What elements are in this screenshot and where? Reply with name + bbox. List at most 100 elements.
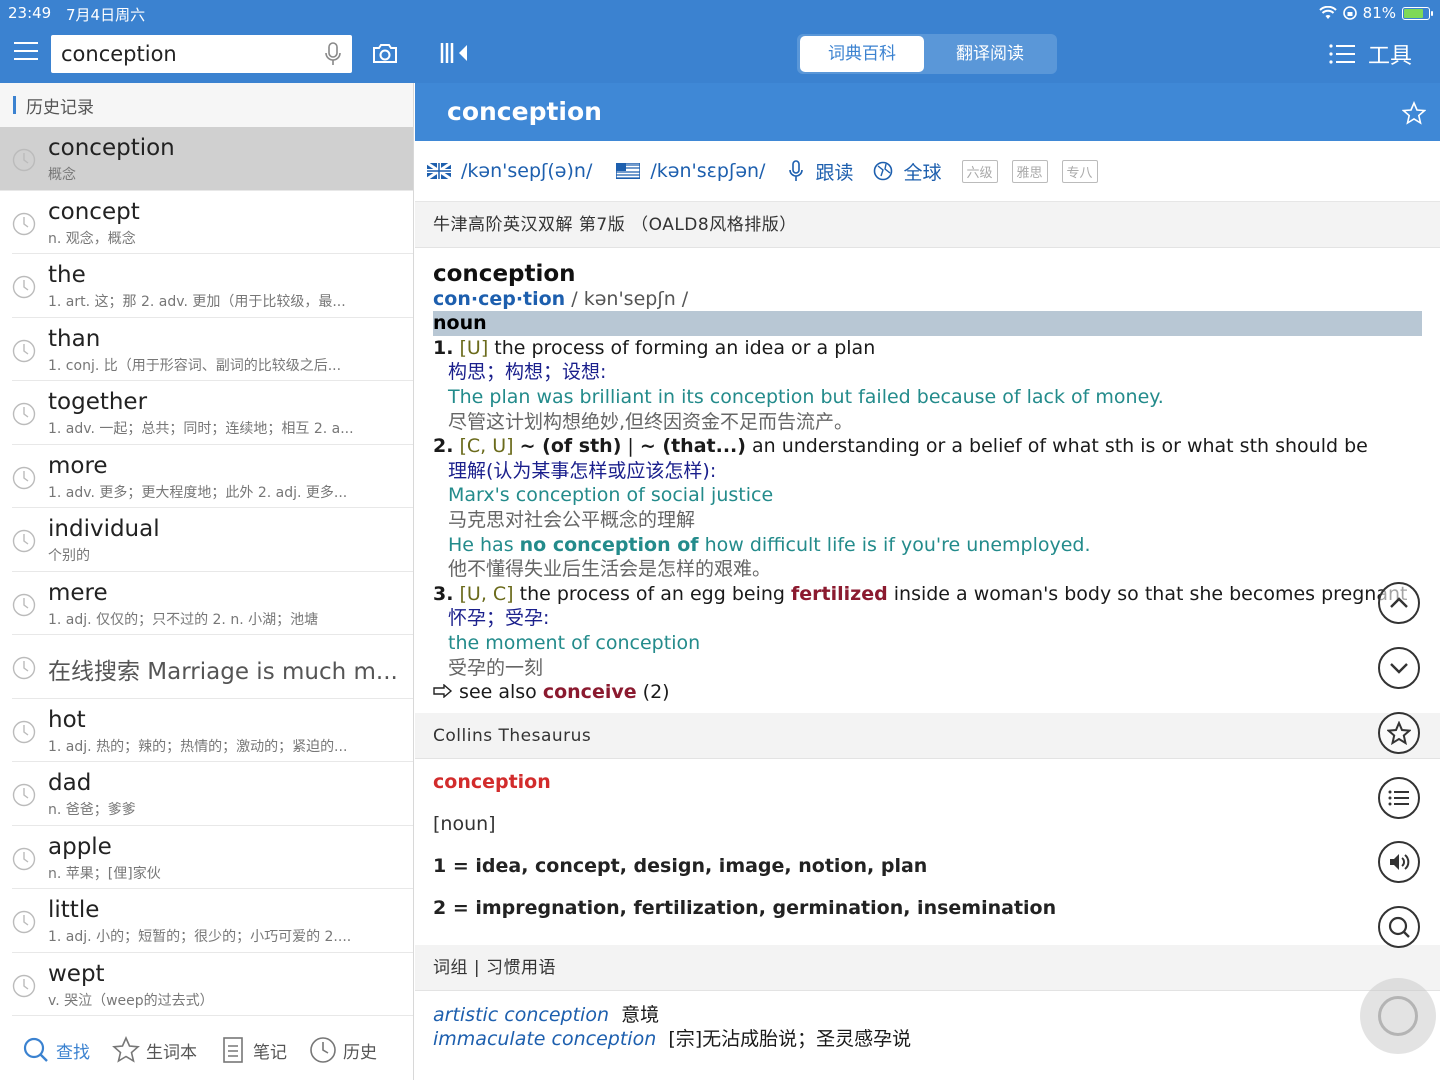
oald-entry: conception con·cep·tion / kən'sepʃn / no… — [415, 248, 1440, 713]
history-word: together — [48, 389, 148, 415]
tab-history[interactable]: 历史 — [309, 1036, 377, 1064]
history-word: wept — [48, 960, 105, 987]
phrase-cn: 意境 — [621, 1003, 660, 1026]
history-definition: n. 观念，概念 — [48, 230, 136, 247]
history-item[interactable]: concept n. 观念，概念 — [12, 191, 413, 254]
search-float-button[interactable] — [1378, 906, 1420, 948]
collins-entry: conception [noun] 1 = idea, concept, des… — [415, 759, 1440, 945]
history-item[interactable]: conception 概念 — [0, 127, 413, 191]
history-panel: 历史记录 conception 概念 concept n. 观念，概念 the 1. ar… — [0, 83, 414, 1080]
battery-icon — [1402, 6, 1433, 20]
phrase-item: artistic conception 意境 — [433, 1003, 1422, 1027]
clock-icon — [12, 402, 36, 426]
microphone-icon[interactable] — [324, 42, 342, 66]
phrases-list: artistic conception 意境 immaculate concep… — [415, 991, 1440, 1063]
xref-conceive[interactable]: conceive — [543, 681, 637, 703]
search-icon — [1388, 916, 1410, 938]
follow-read-button[interactable]: 跟读 — [815, 158, 853, 185]
history-word: individual — [48, 516, 160, 542]
collins-pos: [noun] — [433, 812, 496, 835]
tab-notes[interactable]: 笔记 — [219, 1036, 287, 1064]
collins-section-header[interactable]: Collins Thesaurus — [415, 712, 1440, 759]
speak-button[interactable] — [1378, 841, 1420, 883]
history-item[interactable]: mere 1. adj. 仅仅的；只不过的 2. n. 小湖；池塘 — [12, 572, 413, 635]
history-item[interactable]: more 1. adv. 更多；更大程度地；此外 2. adj. 更多... — [12, 445, 413, 508]
pron-uk[interactable]: /kən'sepʃ(ə)n/ — [461, 160, 592, 182]
sense-definition: inside a woman's body so that she become… — [887, 582, 1408, 605]
history-item[interactable]: wept v. 哭泣（weep的过去式） — [12, 953, 413, 1016]
collins-synonyms-2: 2 = impregnation, fertilization, germina… — [433, 897, 1422, 919]
globe-icon[interactable] — [873, 161, 893, 181]
scroll-down-button[interactable] — [1378, 647, 1420, 689]
history-definition: 个别的 — [48, 548, 90, 564]
tab-translate-read[interactable]: 翻译阅读 — [928, 36, 1052, 72]
xref-fertilized[interactable]: fertilized — [791, 583, 888, 605]
search-box — [51, 35, 352, 73]
sense-2-chinese: 理解(认为某事怎样或应该怎样): — [448, 459, 717, 482]
clock-icon — [12, 974, 36, 997]
global-button[interactable]: 全球 — [903, 158, 941, 185]
syllable-1: con — [433, 287, 471, 310]
history-word: hot — [48, 706, 86, 733]
word-header: conception — [415, 83, 1440, 141]
sense-3-chinese: 怀孕；受孕: — [448, 607, 550, 630]
syn-words: idea, concept, design, image, notion, pl… — [475, 854, 928, 877]
favorite-button[interactable] — [1378, 712, 1420, 754]
phrase-en[interactable]: artistic conception — [433, 1004, 609, 1026]
outline-button[interactable] — [1378, 777, 1420, 819]
menu-icon[interactable] — [14, 42, 38, 64]
phrase-en[interactable]: immaculate conception — [433, 1028, 656, 1050]
camera-icon[interactable] — [372, 42, 398, 64]
assistive-touch-inner — [1378, 996, 1418, 1036]
lock-rotation-icon — [1342, 6, 1357, 20]
tools-button[interactable]: 工具 — [1328, 38, 1412, 70]
history-item[interactable]: than 1. conj. 比（用于形容词、副词的比较级之后... — [12, 318, 413, 381]
header-accent-bar — [13, 96, 16, 114]
syn-number: 1 = — [433, 854, 476, 877]
oald-section-header[interactable]: 牛津高阶英汉双解 第7版 （OALD8风格排版） — [415, 202, 1440, 248]
syn-words: impregnation, fertilization, germination… — [475, 896, 1057, 919]
entry-phonetic: / kən'sepʃn / — [571, 287, 689, 310]
history-item[interactable]: 在线搜索 Marriage is much m... — [12, 635, 413, 699]
wifi-icon — [1318, 6, 1337, 19]
history-item[interactable]: little 1. adj. 小的；短暂的；很少的；小巧可爱的 2.... — [12, 889, 413, 953]
history-definition: 1. conj. 比（用于形容词、副词的比较级之后... — [48, 357, 342, 374]
microphone-icon[interactable] — [787, 160, 805, 182]
history-word: mere — [48, 579, 108, 606]
search-input[interactable] — [51, 42, 306, 66]
list-icon — [1388, 790, 1409, 806]
collapse-sidebar-icon[interactable] — [439, 41, 469, 65]
pronunciation-row: /kən'sepʃ(ə)n/ /kən'sɛpʃən/ 跟读 全球 六级 雅思 … — [415, 141, 1440, 202]
favorite-star-icon[interactable] — [1402, 101, 1426, 125]
history-item[interactable]: together 1. adv. 一起；总共；同时；连续地；相互 2. a... — [12, 381, 413, 445]
tab-dictionary[interactable]: 词典百科 — [800, 36, 924, 72]
tab-vocabulary-label: 生词本 — [146, 1042, 197, 1063]
history-word: the — [48, 262, 86, 288]
clock-icon — [12, 529, 36, 553]
phrases-section-header[interactable]: 词组 | 习惯用语 — [415, 944, 1440, 991]
tab-history-label: 历史 — [343, 1042, 377, 1063]
star-icon — [1387, 721, 1411, 745]
history-word: more — [48, 452, 108, 479]
history-definition: 1. adv. 一起；总共；同时；连续地；相互 2. a... — [48, 421, 354, 437]
clock-icon — [12, 593, 36, 616]
uk-flag-icon[interactable] — [427, 163, 451, 179]
history-item[interactable]: hot 1. adj. 热的；辣的；热情的；激动的；紧迫的... — [12, 699, 413, 762]
history-item[interactable]: dad n. 爸爸；爹爹 — [12, 762, 413, 826]
history-item[interactable]: individual 个别的 — [12, 508, 413, 572]
history-item[interactable]: the 1. art. 这；那 2. adv. 更加（用于比较级，最... — [12, 254, 413, 318]
pron-us[interactable]: /kən'sɛpʃən/ — [650, 160, 765, 182]
chevron-down-icon — [1390, 663, 1408, 674]
history-item[interactable]: apple n. 苹果；[俚]家伙 — [12, 826, 413, 889]
history-definition: n. 爸爸；爹爹 — [48, 802, 136, 818]
chevron-up-icon — [1390, 597, 1408, 608]
assistive-touch-button[interactable] — [1360, 978, 1436, 1054]
clock-icon — [12, 275, 36, 299]
scroll-up-button[interactable] — [1378, 582, 1420, 624]
tag-ielts: 雅思 — [1011, 159, 1048, 183]
us-flag-icon[interactable] — [616, 163, 641, 179]
tab-search[interactable]: 查找 — [22, 1036, 90, 1064]
clock-icon — [12, 720, 36, 743]
sense-definition: the process of an egg being — [513, 582, 791, 605]
tab-vocabulary[interactable]: 生词本 — [112, 1036, 197, 1064]
